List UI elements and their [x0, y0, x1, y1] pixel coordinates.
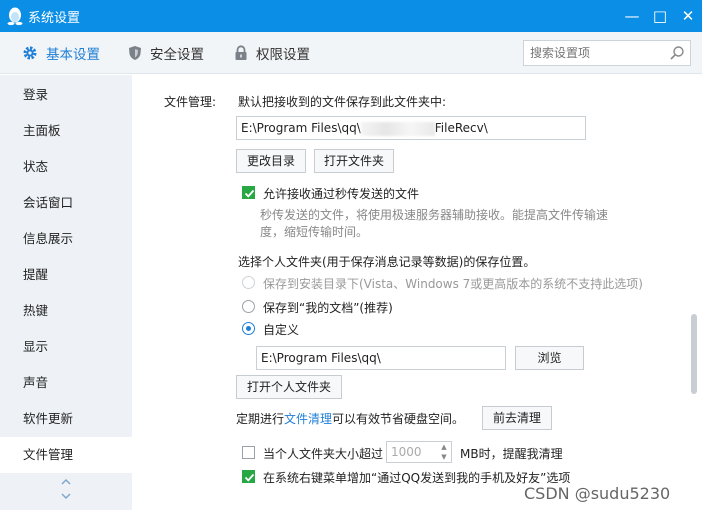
settings-search-box	[523, 40, 691, 66]
close-button[interactable]: ✕	[678, 6, 698, 26]
browse-button[interactable]: 浏览	[515, 346, 584, 370]
radio-custom-label: 自定义	[263, 323, 300, 337]
size-limit-label: 当个人文件夹大小超过	[263, 447, 384, 461]
sidebar-item-main-panel[interactable]: 主面板	[0, 113, 132, 149]
sidebar-item-software-update[interactable]: 软件更新	[0, 401, 132, 437]
settings-sidebar: 登录 主面板 状态 会话窗口 信息展示 提醒 热键 显示 声音 软件更新 文件管…	[0, 75, 132, 510]
tab-security-settings[interactable]: 安全设置	[128, 32, 204, 74]
watermark: CSDN @sudu5230	[524, 484, 671, 503]
content-scrollbar[interactable]	[691, 314, 697, 394]
sidebar-item-chat-window[interactable]: 会话窗口	[0, 185, 132, 221]
flash-transfer-hint: 度，缩短传输时间。	[260, 225, 369, 239]
cleanup-hint: 定期进行文件清理可以有效节省硬盘空间。	[236, 410, 464, 427]
size-limit-suffix: MB时，提醒我清理	[460, 447, 563, 461]
minimize-button[interactable]: —	[622, 6, 642, 26]
stepper-arrows[interactable]: ▲ ▼	[439, 442, 449, 462]
allow-flash-transfer-label: 允许接收通过秒传发送的文件	[263, 187, 420, 201]
search-icon[interactable]	[669, 45, 685, 61]
sidebar-item-info-display[interactable]: 信息展示	[0, 221, 132, 257]
flash-transfer-hint: 秒传发送的文件，将使用极速服务器辅助接收。能提高文件传输速	[260, 208, 609, 222]
path-suffix: FileRecv\	[434, 121, 488, 135]
goto-cleanup-button[interactable]: 前去清理	[482, 406, 552, 430]
sidebar-item-status[interactable]: 状态	[0, 149, 132, 185]
tab-label: 基本设置	[46, 47, 100, 63]
sidebar-item-sound[interactable]: 声音	[0, 365, 132, 401]
sidebar-item-file-management[interactable]: 文件管理	[0, 437, 132, 473]
tab-basic-settings[interactable]: 基本设置	[22, 32, 100, 74]
settings-tab-bar: 基本设置 安全设置 权限设置	[0, 32, 702, 74]
shield-icon	[129, 46, 141, 60]
sidebar-scroll-arrows[interactable]	[58, 475, 74, 507]
checkmark-icon	[244, 473, 255, 482]
receive-folder-path-field[interactable]: E:\Program Files\qq\ FileRecv\	[236, 116, 586, 140]
sidebar-item-login[interactable]: 登录	[0, 77, 132, 113]
size-limit-stepper[interactable]: ▲▼	[386, 441, 452, 463]
sidebar-item-display[interactable]: 显示	[0, 329, 132, 365]
context-menu-checkbox[interactable]	[242, 470, 255, 483]
size-limit-checkbox[interactable]	[242, 446, 255, 459]
radio-my-documents-label: 保存到“我的文档”(推荐)	[263, 301, 393, 315]
checkmark-icon	[244, 189, 255, 198]
tab-label: 权限设置	[256, 47, 310, 63]
window-title: 系统设置	[28, 11, 81, 26]
gear-icon	[23, 46, 37, 60]
tab-label: 安全设置	[150, 47, 204, 63]
lock-icon	[235, 45, 247, 60]
chevron-up-down-icon	[61, 478, 71, 500]
custom-path-field[interactable]: E:\Program Files\qq\	[256, 346, 506, 370]
receive-folder-description: 默认把接收到的文件保存到此文件夹中:	[238, 95, 447, 109]
sidebar-item-reminder[interactable]: 提醒	[0, 257, 132, 293]
tab-permission-settings[interactable]: 权限设置	[234, 32, 310, 74]
change-directory-button[interactable]: 更改目录	[236, 149, 306, 173]
file-cleanup-link[interactable]: 文件清理	[284, 412, 332, 426]
path-prefix: E:\Program Files\qq\	[241, 121, 361, 135]
file-management-panel: 文件管理: 默认把接收到的文件保存到此文件夹中: E:\Program File…	[132, 75, 702, 510]
radio-install-directory[interactable]	[242, 276, 255, 289]
cleanup-prefix: 定期进行	[236, 412, 285, 426]
search-input[interactable]	[524, 41, 664, 65]
open-personal-folder-button[interactable]: 打开个人文件夹	[236, 375, 342, 399]
radio-my-documents[interactable]	[242, 300, 255, 313]
radio-install-directory-label: 保存到安装目录下(Vista、Windows 7或更高版本的系统不支持此选项)	[263, 277, 643, 291]
personal-folder-description: 选择个人文件夹(用于保存消息记录等数据)的保存位置。	[238, 255, 536, 269]
qq-penguin-icon	[7, 7, 23, 26]
cleanup-suffix: 可以有效节省硬盘空间。	[332, 412, 465, 426]
size-limit-input[interactable]	[387, 442, 437, 462]
maximize-button[interactable]: □	[650, 6, 670, 26]
custom-path-value: E:\Program Files\qq\	[261, 351, 381, 365]
open-folder-button[interactable]: 打开文件夹	[314, 149, 394, 173]
section-label: 文件管理:	[164, 95, 217, 109]
allow-flash-transfer-checkbox[interactable]	[242, 186, 255, 199]
sidebar-item-hotkey[interactable]: 热键	[0, 293, 132, 329]
redacted-path-segment	[360, 121, 435, 136]
radio-custom[interactable]	[242, 322, 255, 335]
title-bar: 系统设置 — □ ✕	[0, 0, 702, 32]
